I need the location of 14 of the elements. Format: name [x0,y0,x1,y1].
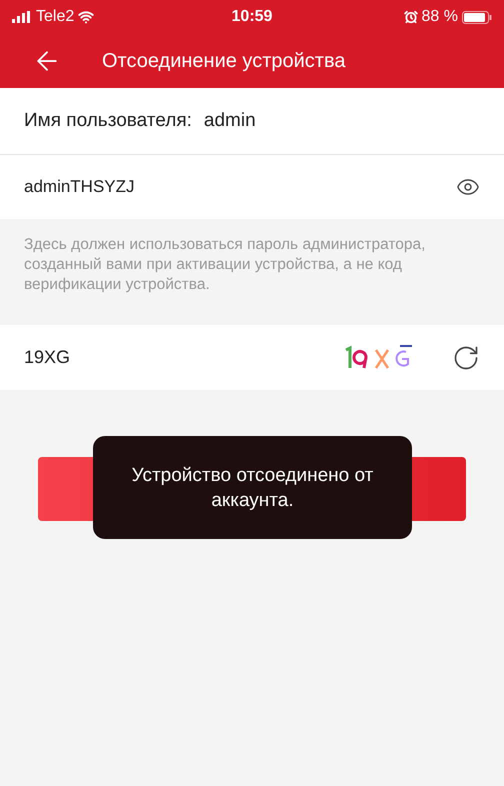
signal-icon [12,11,32,23]
username-label: Имя пользователя: [24,108,192,133]
refresh-icon[interactable] [452,344,480,372]
password-field[interactable]: adminTHSYZJ [24,174,135,200]
alarm-icon [404,10,418,24]
password-hint: Здесь должен использоваться пароль администратора, созданный вами при активации устройства, а не код верификации устройства. [23,235,426,295]
battery-percent: 88 % [422,7,458,27]
wifi-icon [78,9,94,25]
username-value: admin [204,108,256,133]
battery-icon [462,10,492,24]
message-toast: Устройство отсоединено от аккаунта. [93,436,412,539]
status-time: 10:59 [232,7,272,27]
page-title: Отсоединение устройства [102,49,346,74]
carrier-name: Tele2 [36,7,74,27]
